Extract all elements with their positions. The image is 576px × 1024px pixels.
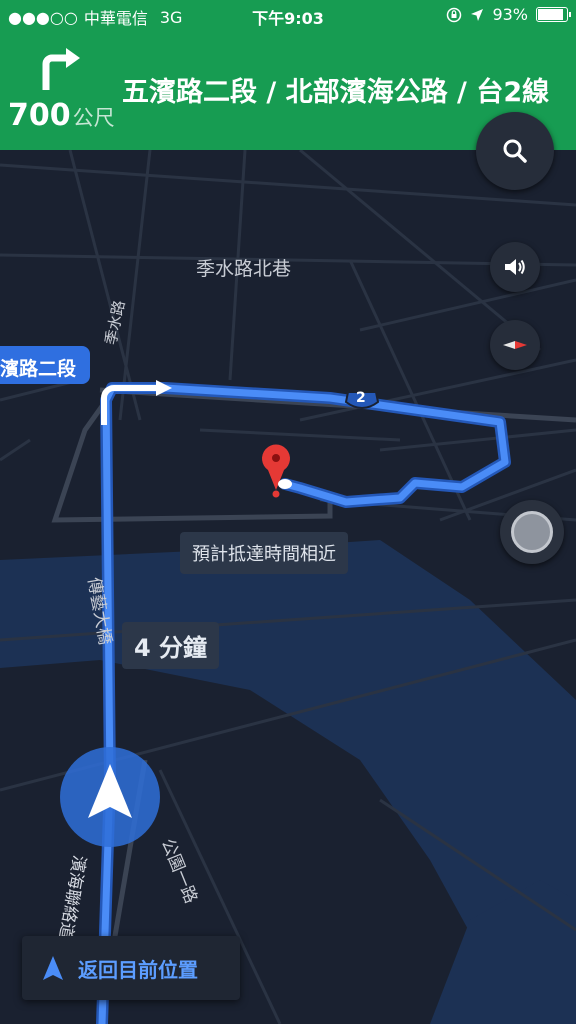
search-button[interactable] <box>476 112 554 190</box>
search-icon <box>503 139 527 163</box>
recenter-label: 返回目前位置 <box>78 957 198 982</box>
compass-button[interactable] <box>490 320 540 370</box>
volume-icon <box>505 259 525 275</box>
distance-unit: 公尺 <box>72 106 115 130</box>
rotation-lock-icon <box>447 7 462 22</box>
river-branch <box>430 880 576 1024</box>
mic-button[interactable] <box>500 500 564 564</box>
turn-right-arrow-icon <box>42 48 80 90</box>
map-view[interactable]: 季水路北巷 季水路 傳藝大橋 公園一路 濱海聯絡道 2 濱路二段 預計抵達時間相… <box>0 150 576 1024</box>
eta-duration: 4 分鐘 <box>122 622 220 669</box>
status-bar: ●●●○○ 中華電信 3G 下午9:03 93% <box>0 0 576 30</box>
battery-percent: 93% <box>492 5 528 24</box>
map-label-lane: 季水路北巷 <box>196 258 292 280</box>
distance-value: 700 <box>8 98 71 133</box>
battery-icon <box>536 7 571 22</box>
compass-icon <box>503 341 527 349</box>
microphone-icon <box>511 511 553 553</box>
current-street-tag-label: 濱路二段 <box>0 358 77 380</box>
sound-button[interactable] <box>490 242 540 292</box>
recenter-button[interactable]: 返回目前位置 <box>22 936 240 1000</box>
current-street-tag: 濱路二段 <box>0 346 91 384</box>
turn-distance: 700公尺 <box>8 98 115 133</box>
navigation-arrow-icon <box>43 956 63 980</box>
current-location-marker <box>60 747 160 847</box>
eta-note-chip: 預計抵達時間相近 <box>180 532 348 574</box>
route-shield-number: 2 <box>356 390 366 406</box>
location-arrow-icon <box>471 8 484 21</box>
next-street-name: 五濱路二段 / 北部濱海公路 / 台2線 <box>122 77 550 108</box>
